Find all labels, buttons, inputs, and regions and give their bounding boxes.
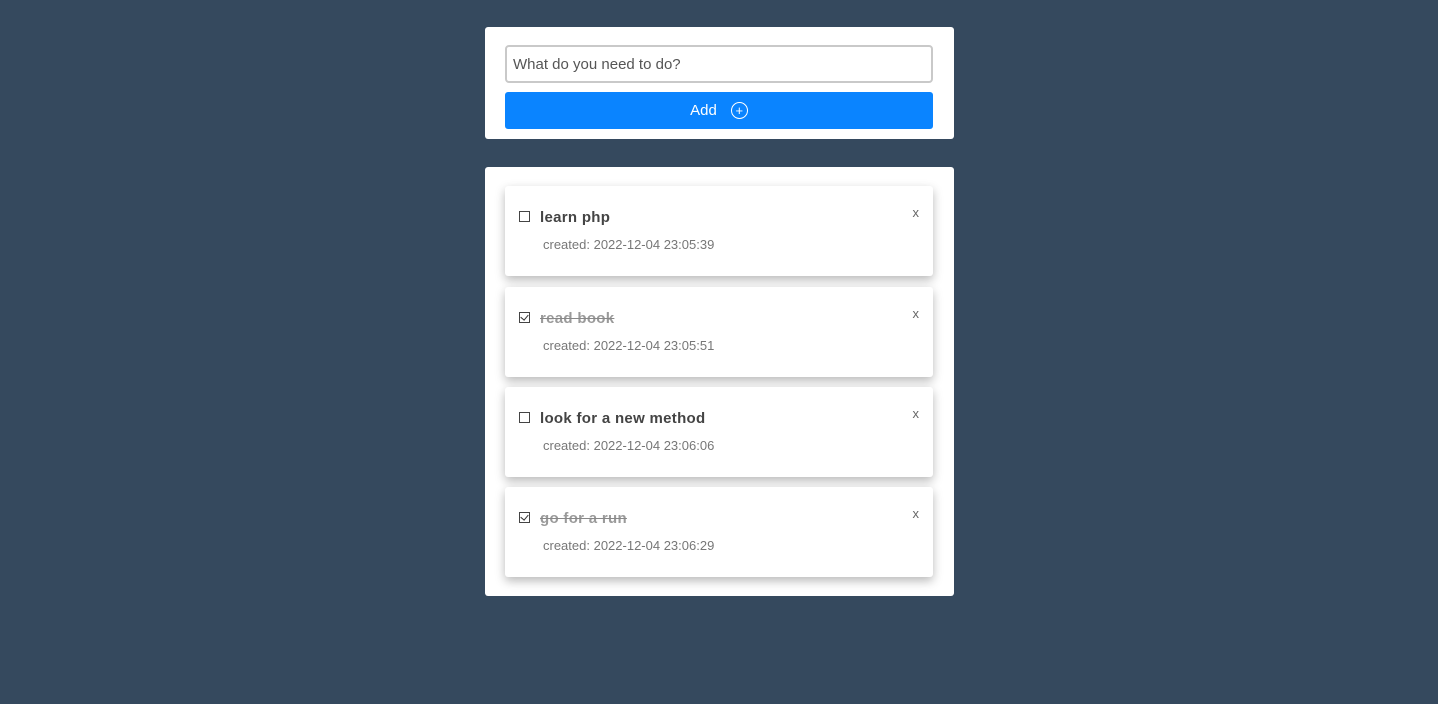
todo-created: created: 2022-12-04 23:05:39 — [543, 237, 715, 252]
todo-title: learn php — [540, 209, 611, 226]
add-button[interactable]: Add + — [505, 92, 933, 129]
todo-checkbox-checked[interactable] — [519, 512, 530, 523]
add-button-label: Add — [690, 102, 717, 119]
todo-checkbox[interactable] — [519, 412, 530, 423]
todo-input[interactable] — [505, 45, 933, 83]
todo-item: learn php created: 2022-12-04 23:05:39 x — [505, 186, 933, 276]
delete-button[interactable]: x — [913, 205, 920, 220]
todo-title: go for a run — [540, 510, 627, 527]
todo-item: look for a new method created: 2022-12-0… — [505, 387, 933, 477]
delete-button[interactable]: x — [913, 406, 920, 421]
todo-title: look for a new method — [540, 410, 706, 427]
todo-created: created: 2022-12-04 23:06:06 — [543, 438, 715, 453]
todo-checkbox-checked[interactable] — [519, 312, 530, 323]
add-todo-card: Add + — [485, 27, 954, 139]
todo-checkbox[interactable] — [519, 211, 530, 222]
delete-button[interactable]: x — [913, 506, 920, 521]
delete-button[interactable]: x — [913, 306, 920, 321]
todo-item: go for a run created: 2022-12-04 23:06:2… — [505, 487, 933, 577]
todo-created: created: 2022-12-04 23:06:29 — [543, 538, 715, 553]
todo-title: read book — [540, 310, 615, 327]
todo-created: created: 2022-12-04 23:05:51 — [543, 338, 715, 353]
check-icon — [520, 312, 529, 321]
plus-circle-icon: + — [730, 102, 748, 119]
check-icon — [520, 512, 529, 521]
todo-list: learn php created: 2022-12-04 23:05:39 x… — [485, 167, 954, 596]
todo-item: read book created: 2022-12-04 23:05:51 x — [505, 287, 933, 377]
